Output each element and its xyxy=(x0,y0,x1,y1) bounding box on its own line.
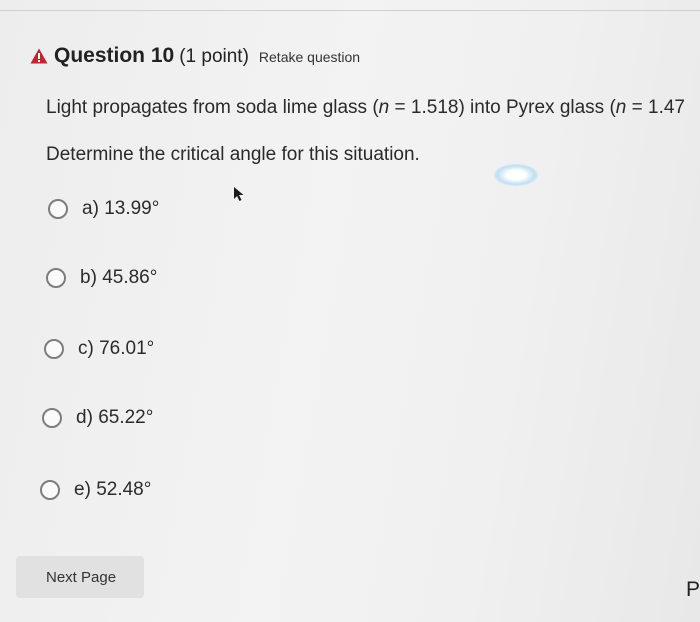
question-title: Question 10 xyxy=(54,44,175,67)
question-header: Question 10 (1 point) Retake question xyxy=(30,44,360,68)
n-symbol: n xyxy=(378,97,390,118)
n-symbol: n xyxy=(615,97,627,118)
answer-option-b[interactable]: b) 45.86° xyxy=(46,267,157,289)
question-points: (1 point) xyxy=(179,46,249,67)
option-label: c) 76.01° xyxy=(78,338,155,359)
option-label: e) 52.48° xyxy=(74,479,152,500)
option-label: d) 65.22° xyxy=(76,407,154,428)
question-text: Light propagates from soda lime glass (n… xyxy=(46,97,685,118)
radio-button-e[interactable] xyxy=(40,480,60,500)
truncated-corner-text: P xyxy=(686,578,700,601)
answer-option-c[interactable]: c) 76.01° xyxy=(44,338,154,360)
radio-button-c[interactable] xyxy=(44,339,64,359)
option-label: a) 13.99° xyxy=(82,198,160,219)
radio-button-d[interactable] xyxy=(42,408,62,428)
screen-glare xyxy=(494,164,538,186)
top-divider xyxy=(0,10,700,11)
retake-question-link[interactable]: Retake question xyxy=(259,49,360,65)
question-instruction: Determine the critical angle for this si… xyxy=(46,144,420,165)
next-page-button[interactable]: Next Page xyxy=(16,556,144,598)
answer-option-a[interactable]: a) 13.99° xyxy=(48,198,159,220)
mouse-pointer-icon xyxy=(234,187,244,201)
option-label: b) 45.86° xyxy=(80,267,158,288)
answer-option-d[interactable]: d) 65.22° xyxy=(42,407,153,429)
warning-icon xyxy=(30,48,48,64)
radio-button-a[interactable] xyxy=(48,199,68,219)
radio-button-b[interactable] xyxy=(46,268,66,288)
answer-option-e[interactable]: e) 52.48° xyxy=(40,479,151,501)
